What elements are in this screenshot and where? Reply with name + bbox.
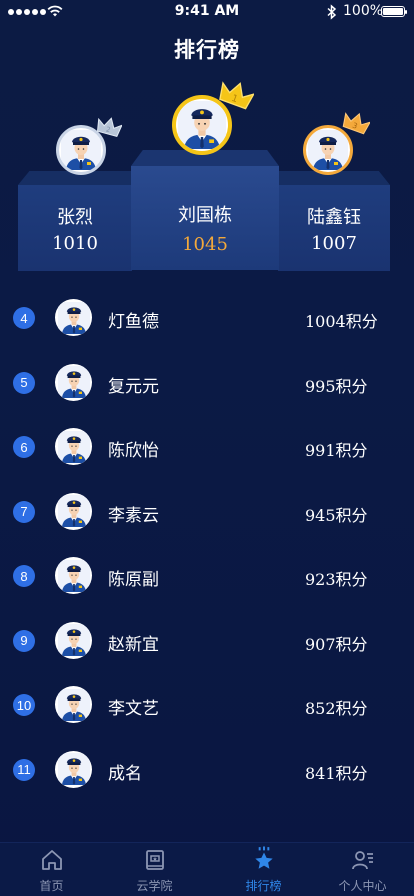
avatar[interactable]: [55, 299, 92, 336]
battery-percent: 100%: [343, 3, 384, 19]
podium-second-score: 1010: [52, 233, 98, 254]
battery-icon: [381, 6, 407, 17]
rank-points: 852积分: [305, 699, 368, 718]
tab-academy-label: 云学院: [136, 879, 173, 893]
tab-home-label: 首页: [39, 879, 64, 893]
podium-first-score: 1045: [182, 234, 228, 255]
rank-name: 成名: [108, 763, 142, 784]
police-avatar-icon: [58, 560, 90, 592]
podium-third[interactable]: 陆鑫钰 1007: [278, 185, 390, 271]
gold-crown-icon: 1: [219, 81, 254, 110]
ranking-row[interactable]: 11 成名 841积分: [0, 738, 414, 802]
avatar[interactable]: [55, 492, 92, 530]
tab-bar: 首页 云学院 排行榜 个人中心: [0, 842, 414, 896]
rank-name: 陈欣怡: [108, 441, 159, 461]
status-bar: 9:41 AM 100%: [0, 0, 414, 24]
silver-crown-icon: 2: [96, 117, 122, 137]
rank-name: 灯鱼德: [108, 312, 159, 332]
rank-number-badge: 8: [13, 565, 35, 587]
rank-points: 995积分: [305, 376, 368, 396]
ranking-row[interactable]: 8 陈原副 923积分: [0, 544, 414, 608]
ranking-row[interactable]: 9 赵新宜 907积分: [0, 609, 414, 673]
rank-name: 陈原副: [108, 570, 159, 590]
police-avatar-icon: [308, 130, 348, 170]
tab-ranking[interactable]: 排行榜: [212, 843, 315, 896]
rank-number-badge: 10: [13, 694, 35, 716]
rank-points: 991积分: [305, 441, 368, 460]
rank-name: 李文艺: [108, 699, 159, 719]
book-icon: [145, 850, 164, 870]
rank-points: 923积分: [305, 570, 368, 589]
police-avatar-icon: [58, 624, 90, 656]
rank-number-badge: 11: [13, 758, 35, 781]
rank-number-badge: 7: [13, 500, 35, 523]
bronze-crown-icon: 3: [342, 112, 370, 135]
ranking-row[interactable]: 4 灯鱼德 1004积分: [0, 286, 414, 350]
rank-points: 945积分: [305, 505, 368, 525]
podium-first-name: 刘国栋: [178, 205, 232, 226]
ranking-row[interactable]: 10 李文艺 852积分: [0, 673, 414, 737]
ranking-row[interactable]: 7 李素云 945积分: [0, 480, 414, 544]
rank-name: 复元元: [108, 376, 159, 397]
rank-number-badge: 4: [13, 307, 35, 329]
avatar[interactable]: [55, 428, 92, 465]
rank-name: 赵新宜: [108, 634, 159, 655]
rank-points: 1004积分: [305, 312, 378, 331]
rank-points: 907积分: [305, 634, 368, 654]
page-title: 排行榜: [174, 37, 240, 62]
star-icon: [254, 846, 273, 869]
rank-number-badge: 5: [13, 371, 35, 394]
ranking-row[interactable]: 5 复元元 995积分: [0, 351, 414, 415]
rank-points: 841积分: [305, 763, 368, 783]
police-avatar-icon: [58, 495, 90, 527]
bluetooth-icon: [327, 4, 337, 20]
police-avatar-icon: [61, 130, 101, 170]
police-avatar-icon: [58, 302, 90, 334]
tab-home[interactable]: 首页: [0, 843, 103, 896]
police-avatar-icon: [58, 689, 90, 721]
tab-profile-label: 个人中心: [338, 879, 387, 893]
avatar[interactable]: [55, 557, 92, 594]
avatar[interactable]: [55, 621, 92, 659]
tab-ranking-label: 排行榜: [245, 879, 282, 893]
profile-icon: [351, 851, 373, 870]
ranking-row[interactable]: 6 陈欣怡 991积分: [0, 415, 414, 479]
rank-number-badge: 6: [13, 436, 35, 458]
podium-third-name: 陆鑫钰: [307, 207, 361, 228]
police-avatar-icon: [58, 753, 90, 785]
rank-number-badge: 9: [13, 629, 35, 652]
podium-second-name: 张烈: [57, 207, 93, 228]
podium-third-score: 1007: [311, 233, 357, 254]
home-icon: [41, 850, 62, 870]
podium-first[interactable]: 刘国栋 1045: [131, 166, 279, 270]
avatar[interactable]: [55, 363, 92, 401]
tab-academy[interactable]: 云学院: [103, 843, 206, 896]
rank-name: 李素云: [108, 505, 159, 526]
avatar[interactable]: [55, 686, 92, 723]
avatar[interactable]: [55, 750, 92, 788]
police-avatar-icon: [58, 366, 90, 398]
podium-second[interactable]: 张烈 1010: [18, 185, 132, 271]
police-avatar-icon: [58, 431, 90, 463]
tab-profile[interactable]: 个人中心: [311, 843, 414, 896]
